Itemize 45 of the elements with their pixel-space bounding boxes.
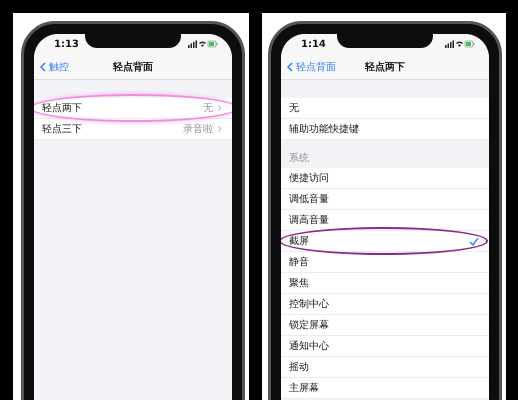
row-label: 摇动 [289, 361, 310, 374]
row-label: 聚焦 [289, 277, 310, 290]
list-row[interactable]: 主屏幕 [281, 378, 489, 399]
chevron-icon [217, 125, 222, 133]
section-header: 系统 [289, 152, 309, 165]
back-button[interactable]: 轻点背面 [287, 60, 336, 74]
row-label: 轻点三下 [42, 122, 83, 136]
list-row[interactable]: 控制中心 [281, 294, 489, 315]
nav-title: 轻点两下 [365, 60, 405, 74]
status-time: 1:13 [54, 38, 79, 50]
list-row[interactable]: 便捷访问 [281, 168, 489, 189]
list-row[interactable]: 调高音量 [281, 210, 489, 231]
list-row[interactable]: 通知中心 [281, 336, 489, 357]
row-label: 控制中心 [289, 298, 330, 311]
row-label: 截屏 [289, 234, 310, 248]
list-row[interactable]: 调低音量 [281, 189, 489, 210]
list-row[interactable]: 摇动 [281, 357, 489, 378]
row-label: 调高音量 [289, 214, 330, 227]
row-label: 无 [289, 102, 300, 115]
list-row[interactable]: 聚焦 [281, 273, 489, 294]
back-chevron-icon [40, 62, 46, 72]
row-label: 主屏幕 [289, 382, 320, 395]
list-row[interactable]: 截屏 [281, 231, 489, 252]
row-label: 便捷访问 [289, 172, 330, 185]
status-icons [188, 40, 218, 48]
status-icons [445, 40, 475, 48]
row-label: 辅助功能快捷键 [289, 122, 360, 136]
list-row[interactable]: 轻点三下 录音啦 [34, 119, 232, 140]
chevron-icon [217, 104, 222, 112]
status-time: 1:14 [301, 38, 326, 50]
list-row[interactable]: 无 [281, 98, 489, 119]
back-button[interactable]: 触控 [40, 60, 69, 74]
nav-title: 轻点背面 [113, 60, 153, 74]
row-label: 调低音量 [289, 192, 330, 206]
row-label: 静音 [289, 256, 310, 269]
list-row[interactable]: 轻点两下 无 [34, 98, 232, 119]
back-chevron-icon [287, 62, 293, 72]
row-label: 通知中心 [289, 340, 330, 353]
list-row[interactable]: 锁定屏幕 [281, 315, 489, 336]
row-value: 录音啦 [183, 122, 213, 136]
row-value: 无 [203, 102, 213, 115]
row-label: 锁定屏幕 [289, 318, 330, 332]
list-row[interactable]: 静音 [281, 252, 489, 273]
list-row[interactable]: 辅助功能快捷键 [281, 119, 489, 140]
row-label: 轻点两下 [42, 102, 83, 115]
